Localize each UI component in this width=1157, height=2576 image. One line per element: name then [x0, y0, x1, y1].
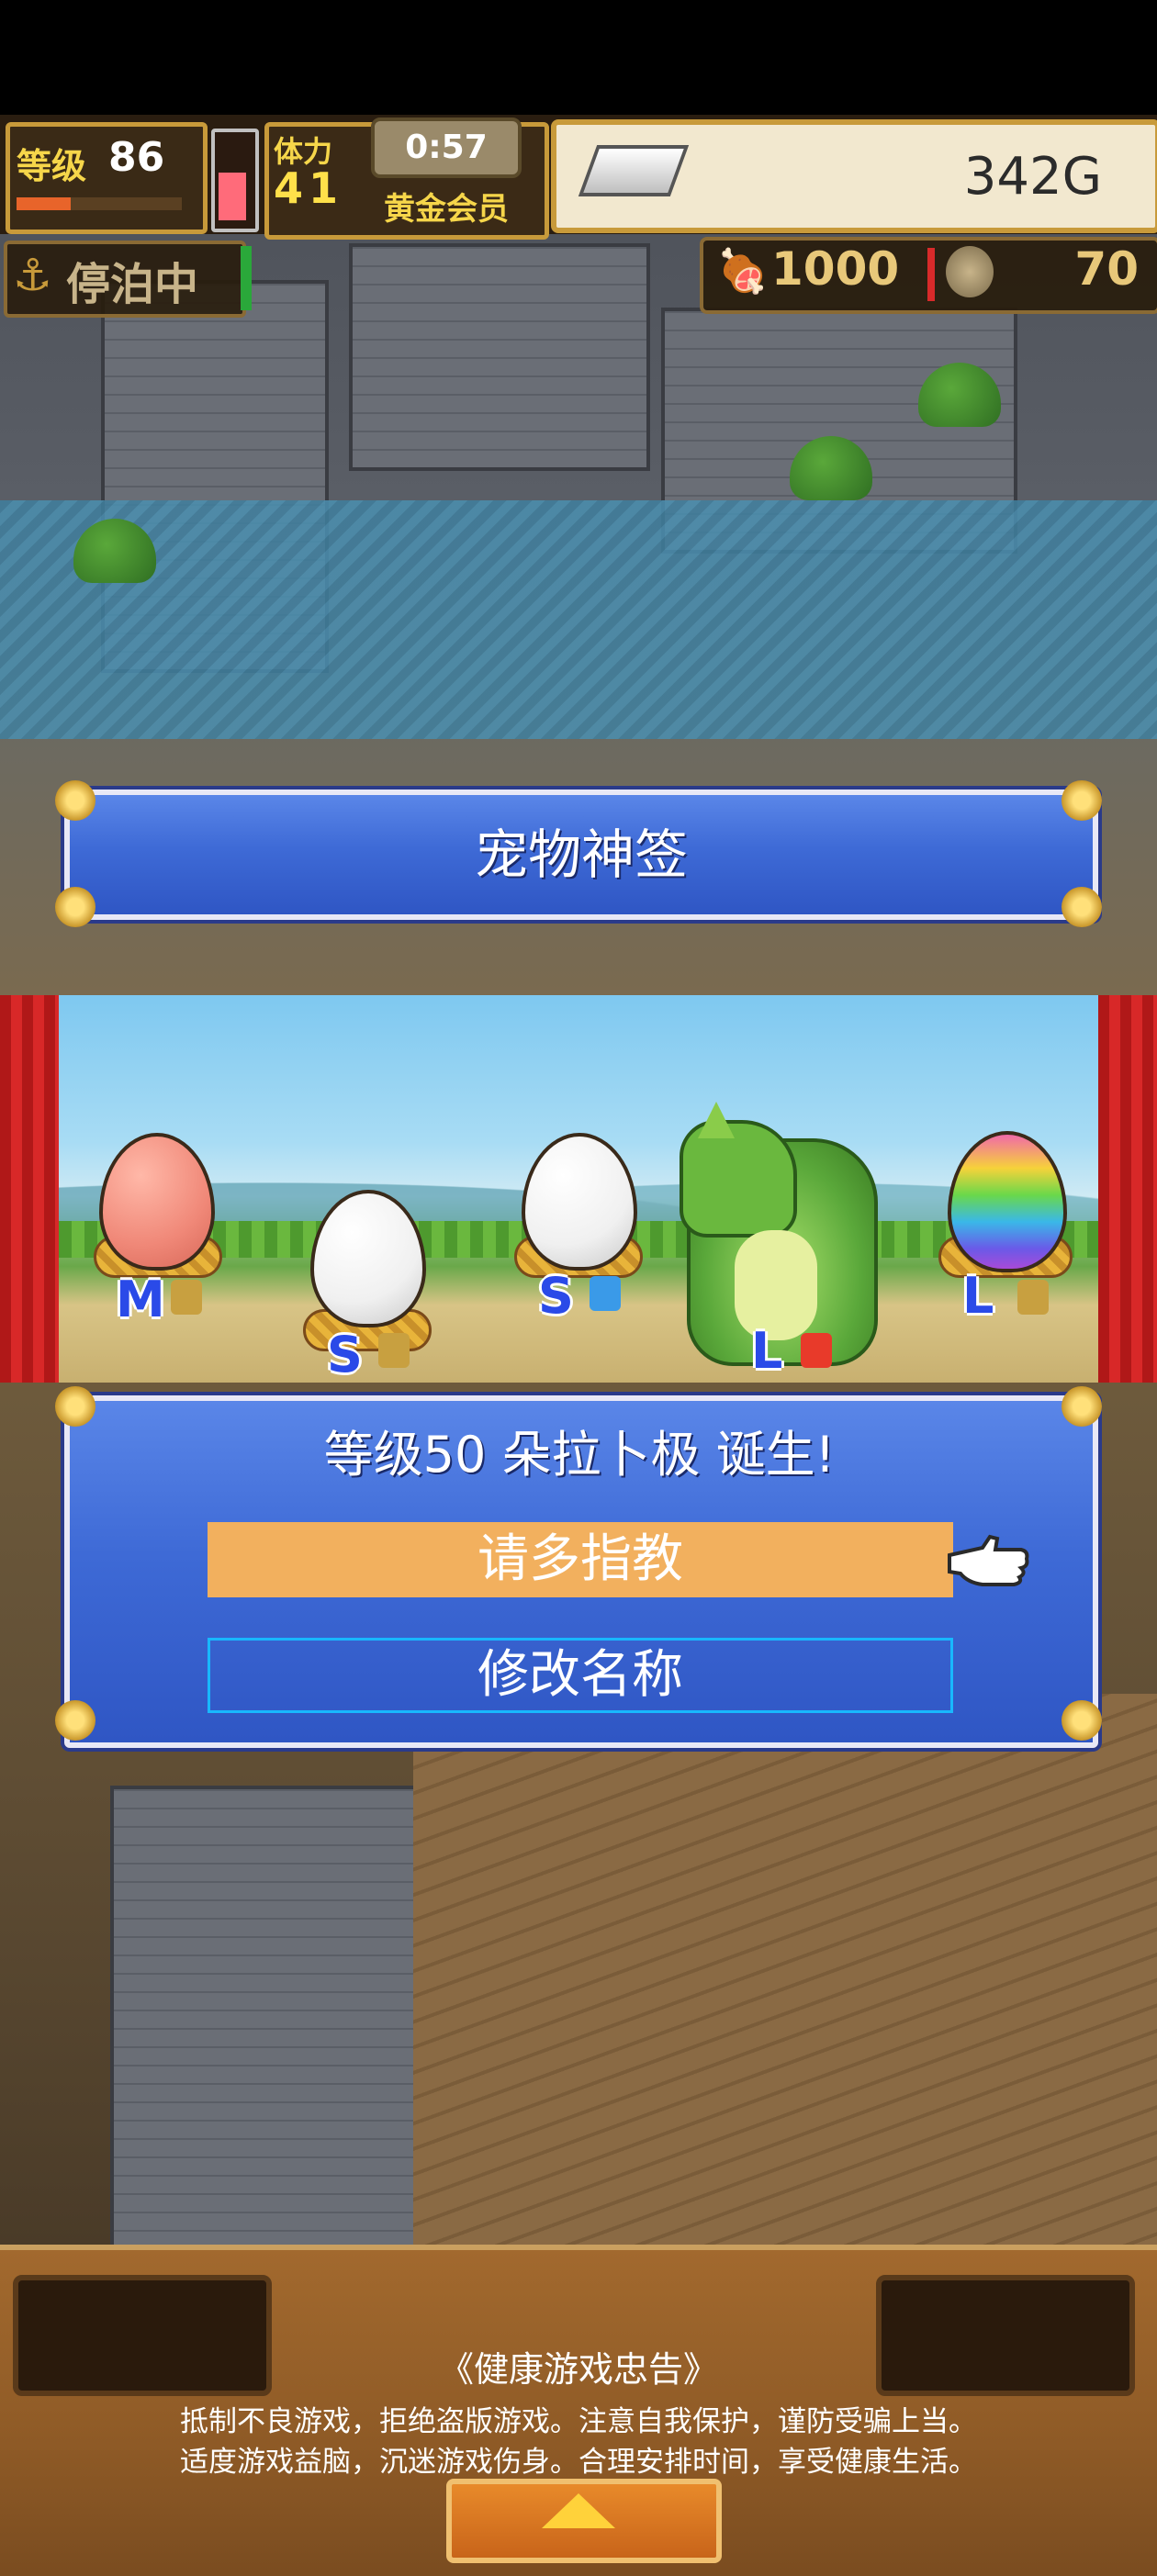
egg-size-label: L [962, 1267, 994, 1325]
frame-corner-ornament [55, 1700, 95, 1741]
anchor-indicator [241, 246, 252, 310]
anchor-icon: ⚓ [13, 250, 53, 301]
confirm-button[interactable]: 请多指教 [208, 1522, 953, 1597]
ship-deck [413, 1694, 1157, 2245]
earth-element-icon [1017, 1280, 1049, 1315]
health-advisory-title: 《健康游戏忠告》 [438, 2349, 718, 2390]
coin-icon [946, 246, 994, 297]
level-value: 86 [108, 134, 165, 181]
level-progress-fill [17, 197, 71, 210]
egg-size-label: S [327, 1326, 363, 1383]
health-advisory-line: 适度游戏益脑，沉迷游戏伤身。合理安排时间，享受健康生活。 [180, 2446, 977, 2479]
health-fill [219, 173, 246, 220]
curtain-left [0, 995, 59, 1383]
birth-message: 等级50 朵拉卜极 诞生! [323, 1426, 836, 1484]
earth-element-icon [171, 1280, 202, 1315]
frame-corner-ornament [1062, 1700, 1102, 1741]
castle-tower-lower [110, 1786, 421, 2245]
stamina-value: 41 [274, 163, 344, 213]
resource-divider [927, 248, 935, 301]
curtain-right [1098, 995, 1157, 1383]
egg-size-label: S [538, 1267, 574, 1325]
water-element-icon [590, 1276, 621, 1311]
egg-size-label: M [116, 1271, 165, 1328]
gold-value: 342G [963, 147, 1102, 207]
earth-element-icon [378, 1333, 410, 1368]
coin-value: 70 [1074, 242, 1139, 296]
health-advisory-line: 抵制不良游戏，拒绝盗版游戏。注意自我保护，谨防受骗上当。 [180, 2405, 977, 2438]
stamina-timer: 0:57 [371, 118, 522, 178]
moat-water [0, 500, 1157, 739]
rename-button[interactable]: 修改名称 [208, 1638, 953, 1713]
anchor-status-label: 停泊中 [66, 259, 199, 310]
food-value: 1000 [771, 242, 900, 296]
castle-wall [349, 243, 650, 471]
member-badge[interactable]: 黄金会员 [384, 184, 509, 229]
pet-size-label: L [751, 1322, 783, 1380]
title-banner-text: 宠物神签 [474, 823, 688, 886]
silver-bar-icon [578, 145, 690, 196]
fire-element-icon [801, 1333, 832, 1368]
level-label: 等级 [17, 146, 87, 186]
top-black-bar [0, 0, 1157, 115]
pointing-hand-icon [948, 1534, 1029, 1586]
meat-icon: 🍖 [716, 246, 769, 296]
dragon-horn [698, 1102, 735, 1138]
up-arrow-icon [542, 2493, 615, 2528]
